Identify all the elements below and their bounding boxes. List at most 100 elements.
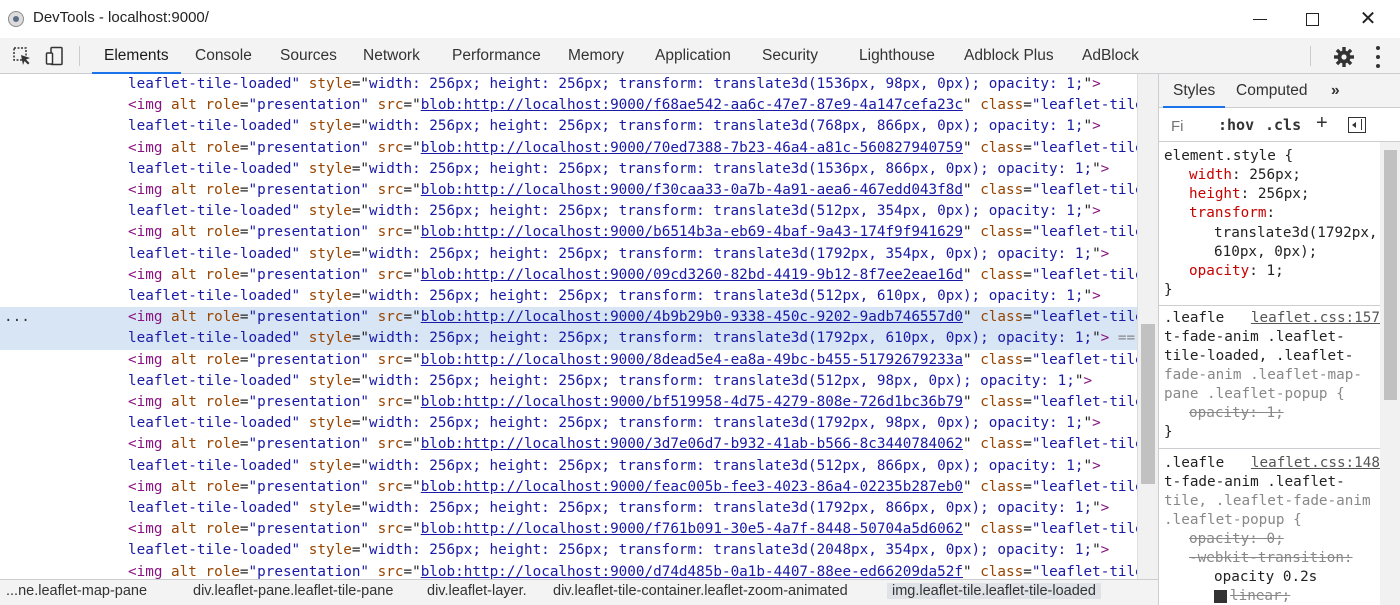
dom-scrollbar[interactable]	[1137, 74, 1158, 579]
blob-src-link[interactable]: blob:http://localhost:9000/f30caa33-0a7b…	[421, 182, 963, 198]
dom-node-img[interactable]: <img alt role="presentation" src="blob:h…	[0, 477, 1137, 498]
tab-sources[interactable]: Sources	[280, 38, 337, 73]
more-tabs-icon[interactable]: »	[1331, 74, 1340, 107]
toggle-sidebar-icon[interactable]	[1348, 117, 1366, 133]
title-bar: DevTools - localhost:9000/ ✕	[0, 0, 1400, 38]
dom-node-attrs[interactable]: leaflet-tile-loaded" style="width: 256px…	[0, 286, 1137, 307]
dom-node-attrs[interactable]: leaflet-tile-loaded" style="width: 256px…	[0, 159, 1137, 180]
dom-node-attrs[interactable]: leaflet-tile-loaded" style="width: 256px…	[0, 540, 1137, 561]
easing-swatch-icon[interactable]	[1214, 589, 1227, 603]
dom-node-img[interactable]: <img alt role="presentation" src="blob:h…	[0, 562, 1137, 579]
dom-node-attrs[interactable]: leaflet-tile-loaded" style="width: 256px…	[0, 413, 1137, 434]
toolbar-divider	[79, 46, 80, 66]
blob-src-link[interactable]: blob:http://localhost:9000/70ed7388-7b23…	[421, 140, 963, 156]
style-value[interactable]: opacity 0.2s	[1214, 569, 1317, 585]
dom-node-img[interactable]: <img alt role="presentation" src="blob:h…	[0, 350, 1137, 371]
style-value[interactable]: 610px, 0px);	[1214, 244, 1317, 260]
rule-close: }	[1164, 424, 1173, 440]
overridden-property[interactable]: opacity: 1;	[1189, 405, 1284, 421]
blob-src-link[interactable]: blob:http://localhost:9000/f761b091-30e5…	[421, 521, 963, 537]
overridden-property[interactable]: opacity: 0;	[1189, 531, 1284, 547]
tab-computed[interactable]: Computed	[1236, 74, 1308, 107]
overridden-property[interactable]: -webkit-transition:	[1189, 550, 1353, 566]
blob-src-link[interactable]: blob:http://localhost:9000/feac005b-fee3…	[421, 479, 963, 495]
tab-application[interactable]: Application	[655, 38, 731, 73]
rule-selector: pane .leaflet-popup {	[1164, 386, 1345, 402]
breadcrumb-item[interactable]: div.leaflet-layer.	[427, 583, 527, 599]
new-style-rule-icon[interactable]: +	[1316, 112, 1328, 135]
hover-state-button[interactable]: :hov	[1218, 116, 1254, 134]
blob-src-link[interactable]: blob:http://localhost:9000/4b9b29b0-9338…	[421, 309, 963, 325]
tab-styles[interactable]: Styles	[1162, 74, 1226, 108]
tab-memory[interactable]: Memory	[568, 38, 624, 73]
style-value[interactable]: translate3d(1792px,	[1214, 225, 1378, 241]
close-button[interactable]: ✕	[1345, 4, 1391, 34]
dom-node-attrs[interactable]: leaflet-tile-loaded" style="width: 256px…	[0, 328, 1137, 350]
rule-selector: t-fade-anim .leaflet-	[1164, 474, 1345, 490]
more-options-icon[interactable]	[1373, 44, 1383, 70]
overridden-property[interactable]: linear;	[1214, 588, 1290, 604]
node-actions-ellipsis[interactable]: ...	[4, 307, 30, 328]
tab-console[interactable]: Console	[195, 38, 252, 73]
blob-src-link[interactable]: blob:http://localhost:9000/f68ae542-aa6c…	[421, 97, 963, 113]
dom-node-attrs[interactable]: leaflet-tile-loaded" style="width: 256px…	[0, 371, 1137, 392]
tab-adblock[interactable]: AdBlock	[1082, 38, 1139, 73]
dom-node-img[interactable]: <img alt role="presentation" src="blob:h…	[0, 392, 1137, 413]
breadcrumb: ...ne.leaflet-map-pane div.leaflet-pane.l…	[0, 579, 1158, 605]
settings-gear-icon[interactable]	[1333, 46, 1355, 68]
dom-node-img[interactable]: <img alt role="presentation" src="blob:h…	[0, 138, 1137, 159]
inspect-element-icon[interactable]	[12, 46, 32, 66]
dom-node-img[interactable]: <img alt role="presentation" src="blob:h…	[0, 519, 1137, 540]
minimize-button[interactable]	[1237, 4, 1283, 34]
tab-network[interactable]: Network	[363, 38, 420, 73]
breadcrumb-item[interactable]: ...ne.leaflet-map-pane	[6, 583, 147, 599]
rule-selector: t-fade-anim .leaflet-	[1164, 329, 1345, 345]
blob-src-link[interactable]: blob:http://localhost:9000/3d7e06d7-b932…	[421, 436, 963, 452]
scrollbar-thumb[interactable]	[1384, 150, 1397, 400]
tab-security[interactable]: Security	[762, 38, 818, 73]
scrollbar-thumb[interactable]	[1141, 324, 1155, 484]
style-property[interactable]: height: 256px;	[1189, 186, 1310, 202]
blob-src-link[interactable]: blob:http://localhost:9000/09cd3260-82bd…	[421, 267, 963, 283]
dom-node-img[interactable]: <img alt role="presentation" src="blob:h…	[0, 265, 1137, 286]
dom-node-img[interactable]: <img alt role="presentation" src="blob:h…	[0, 434, 1137, 455]
dom-tree-panel[interactable]: leaflet-tile-loaded" style="width: 256px…	[0, 74, 1137, 579]
style-property[interactable]: width: 256px;	[1189, 167, 1301, 183]
styles-scrollbar[interactable]	[1380, 142, 1400, 605]
styles-filter-input[interactable]	[1169, 114, 1213, 138]
dom-node-attrs[interactable]: leaflet-tile-loaded" style="width: 256px…	[0, 456, 1137, 477]
device-toolbar-icon[interactable]	[45, 46, 65, 66]
tab-performance[interactable]: Performance	[452, 38, 541, 73]
stylesheet-link[interactable]: leaflet.css:157	[1251, 310, 1380, 326]
leaflet-css-rule[interactable]: .leafle leaflet.css:157 t-fade-anim .lea…	[1159, 306, 1380, 449]
dom-node-img[interactable]: <img alt role="presentation" src="blob:h…	[0, 222, 1137, 243]
blob-src-link[interactable]: blob:http://localhost:9000/bf519958-4d75…	[421, 394, 963, 410]
element-style-rule[interactable]: element.style { width: 256px; height: 25…	[1159, 142, 1380, 306]
dom-node-img[interactable]: <img alt role="presentation" src="blob:h…	[0, 95, 1137, 116]
rule-selector: element.style {	[1164, 148, 1294, 164]
style-property[interactable]: opacity: 1;	[1189, 263, 1284, 279]
style-property[interactable]: transform:	[1189, 205, 1275, 221]
maximize-button[interactable]	[1289, 4, 1335, 34]
toolbar-divider	[1310, 46, 1311, 66]
dom-node-attrs[interactable]: leaflet-tile-loaded" style="width: 256px…	[0, 74, 1137, 95]
blob-src-link[interactable]: blob:http://localhost:9000/8dead5e4-ea8a…	[421, 352, 963, 368]
class-toggle-button[interactable]: .cls	[1265, 116, 1301, 134]
rule-selector: .leaflet-popup {	[1164, 512, 1302, 528]
dom-node-img[interactable]: <img alt role="presentation" src="blob:h…	[0, 180, 1137, 201]
breadcrumb-item[interactable]: div.leaflet-pane.leaflet-tile-pane	[193, 583, 393, 599]
dom-node-attrs[interactable]: leaflet-tile-loaded" style="width: 256px…	[0, 244, 1137, 265]
blob-src-link[interactable]: blob:http://localhost:9000/d74d485b-0a1b…	[421, 564, 963, 579]
tab-lighthouse[interactable]: Lighthouse	[859, 38, 935, 73]
dom-node-attrs[interactable]: leaflet-tile-loaded" style="width: 256px…	[0, 498, 1137, 519]
breadcrumb-item[interactable]: div.leaflet-tile-container.leaflet-zoom-…	[553, 583, 848, 599]
dom-node-attrs[interactable]: leaflet-tile-loaded" style="width: 256px…	[0, 116, 1137, 137]
breadcrumb-item[interactable]: img.leaflet-tile.leaflet-tile-loaded	[887, 583, 1101, 599]
stylesheet-link[interactable]: leaflet.css:148	[1251, 455, 1380, 471]
blob-src-link[interactable]: blob:http://localhost:9000/b6514b3a-eb69…	[421, 224, 963, 240]
dom-node-img[interactable]: <img alt role="presentation" src="blob:h…	[0, 307, 1137, 329]
tab-elements[interactable]: Elements	[92, 38, 181, 74]
leaflet-css-rule[interactable]: .leafle leaflet.css:148 t-fade-anim .lea…	[1159, 449, 1380, 605]
dom-node-attrs[interactable]: leaflet-tile-loaded" style="width: 256px…	[0, 201, 1137, 222]
tab-adblock-plus[interactable]: Adblock Plus	[964, 38, 1054, 73]
